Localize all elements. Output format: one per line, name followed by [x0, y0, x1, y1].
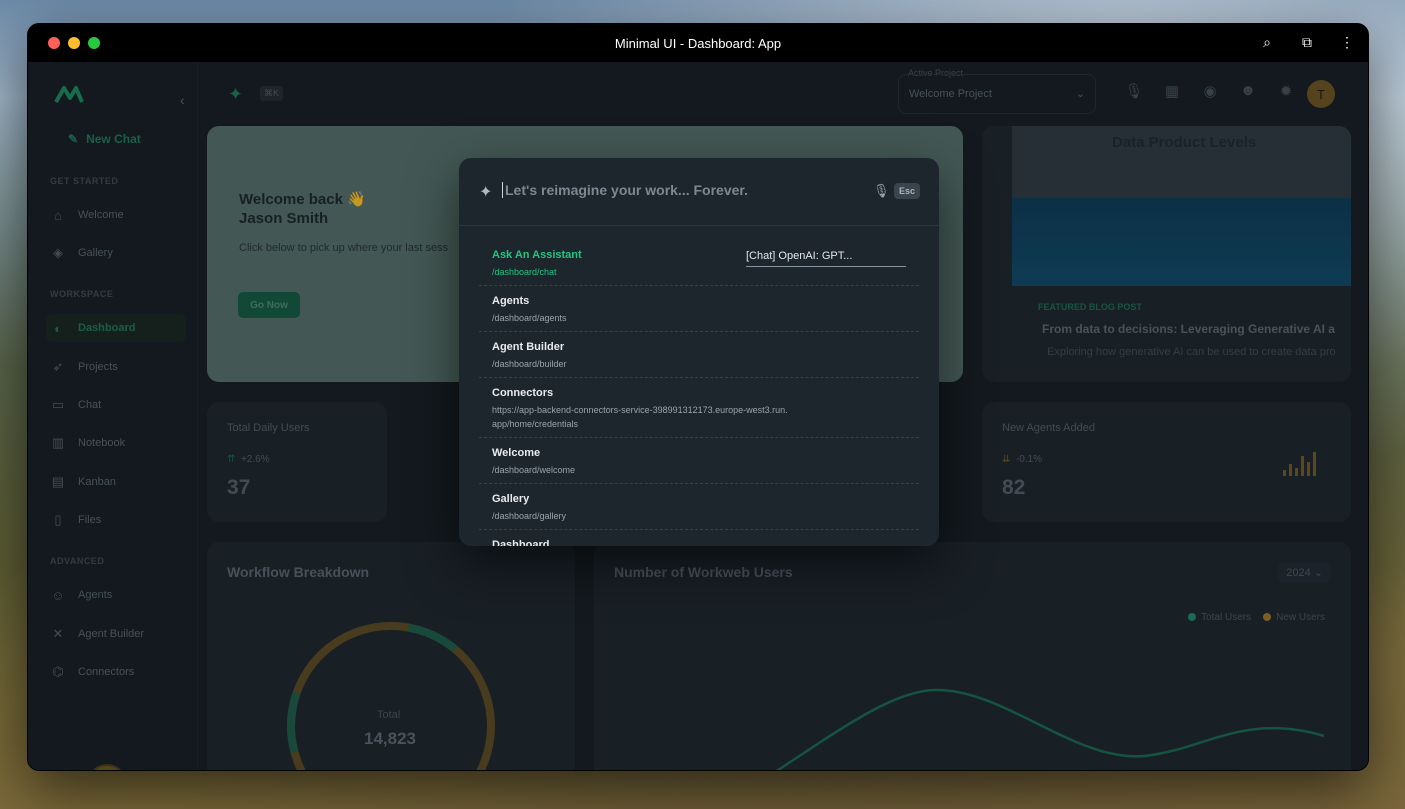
palette-item-gallery[interactable]: Gallery /dashboard/gallery	[479, 484, 919, 530]
palette-item-label: Welcome	[492, 447, 541, 459]
minimize-window-button[interactable]	[68, 37, 80, 49]
palette-results: Ask An Assistant /dashboard/chat [Chat] …	[479, 240, 919, 546]
palette-header: ✦ 🎙 Esc	[459, 158, 939, 226]
maximize-window-button[interactable]	[88, 37, 100, 49]
palette-item-label: Gallery	[492, 493, 530, 505]
esc-key-badge[interactable]: Esc	[894, 183, 921, 199]
palette-item-path: /dashboard/gallery	[492, 511, 567, 521]
traffic-lights	[48, 37, 100, 49]
zoom-icon[interactable]: ⌕	[1258, 34, 1276, 51]
palette-item-path: /dashboard/welcome	[492, 465, 576, 475]
palette-item-path: /dashboard/agents	[492, 313, 567, 323]
more-vertical-icon[interactable]: ⋮	[1338, 34, 1356, 51]
microphone-icon[interactable]: 🎙	[873, 183, 890, 199]
palette-search-input[interactable]	[502, 182, 862, 198]
palette-item-path: /dashboard/chat	[492, 267, 557, 277]
palette-item-label: Agent Builder	[492, 341, 565, 353]
palette-item-path: /dashboard/builder	[492, 359, 567, 369]
palette-item-ask-assistant[interactable]: Ask An Assistant /dashboard/chat [Chat] …	[479, 240, 919, 286]
command-palette: ✦ 🎙 Esc Ask An Assistant /dashboard/chat…	[459, 158, 939, 546]
palette-item-path: https://app-backend-connectors-service-3…	[492, 405, 788, 429]
extension-icon[interactable]: ⧉	[1298, 34, 1316, 51]
browser-toolbar: ⌕ ⧉ ⋮	[1258, 34, 1356, 51]
palette-item-dashboard[interactable]: Dashboard	[479, 530, 919, 546]
palette-item-welcome[interactable]: Welcome /dashboard/welcome	[479, 438, 919, 484]
palette-item-agents[interactable]: Agents /dashboard/agents	[479, 286, 919, 332]
window-titlebar: Minimal UI - Dashboard: App ⌕ ⧉ ⋮	[28, 24, 1368, 62]
palette-item-agent-builder[interactable]: Agent Builder /dashboard/builder	[479, 332, 919, 378]
app-window: Minimal UI - Dashboard: App ⌕ ⧉ ⋮ ‹ ✎ Ne…	[27, 23, 1369, 771]
palette-item-label: Agents	[492, 295, 530, 307]
palette-item-label: Connectors	[492, 387, 554, 399]
window-title: Minimal UI - Dashboard: App	[614, 35, 782, 51]
palette-item-connectors[interactable]: Connectors https://app-backend-connector…	[479, 378, 919, 438]
palette-item-label: Dashboard	[492, 539, 550, 546]
model-select[interactable]: [Chat] OpenAI: GPT...	[746, 250, 906, 267]
sparkle-icon: ✦	[479, 184, 493, 201]
close-window-button[interactable]	[48, 37, 60, 49]
